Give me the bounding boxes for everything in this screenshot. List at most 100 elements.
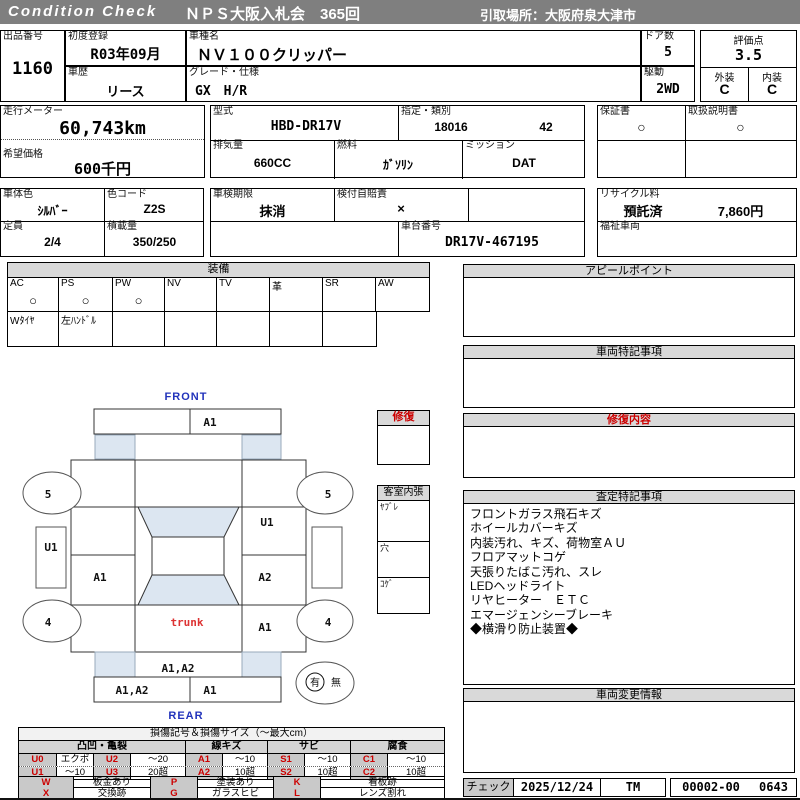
repair-detail-title: 修復内容 xyxy=(463,413,795,427)
cabin-tear-label: ﾔﾌﾞﾚ xyxy=(380,501,398,513)
model-code-label: 型式 xyxy=(213,106,233,118)
type-value-1: 18016 xyxy=(406,120,496,134)
recycle-fee: 7,860円 xyxy=(693,201,788,220)
equip-extra-2-label: 左ﾊﾝﾄﾞﾙ xyxy=(61,312,96,327)
exterior-value: C xyxy=(701,81,748,97)
drive-value: 2WD xyxy=(642,82,694,97)
equip-pw-label: PW xyxy=(115,278,131,289)
body-color-label: 車体色 xyxy=(3,189,33,201)
spare-present-label: 有 xyxy=(310,676,320,689)
right-front-mark: U1 xyxy=(260,516,274,529)
tire-rear-left-depth: 4 xyxy=(45,616,52,629)
legend-group-corrosion: 腐食 xyxy=(351,741,444,753)
cabin-row-burn: ｺｹﾞ xyxy=(377,577,430,614)
mission-value: DAT xyxy=(462,156,586,170)
legend-code: K xyxy=(274,777,321,788)
rear-pillar-right xyxy=(242,652,281,677)
equipment-title: 装備 xyxy=(7,262,430,278)
color-code-label: 色コード xyxy=(107,189,147,201)
model-name-value: ＮＶ１００クリッパー xyxy=(187,44,640,65)
fuel-value: ｶﾞｿﾘﾝ xyxy=(334,156,462,173)
tire-front-right-depth: 5 xyxy=(325,488,332,501)
modelcode-type-divider xyxy=(398,106,399,140)
odometer-value: 60,743km xyxy=(1,118,204,139)
load-label: 積載量 xyxy=(107,221,137,233)
legend-groups: 凸凹・亀裂 線キズ サビ 腐食 xyxy=(19,741,444,754)
docs-col-divider xyxy=(685,106,686,178)
warranty-value: ○ xyxy=(598,119,685,135)
equip-extra-1-label: Wﾀｲﾔ xyxy=(10,312,34,327)
doors-cell: ドア数 5 xyxy=(641,30,695,66)
spare-absent-label: 無 xyxy=(331,676,341,689)
doors-value: 5 xyxy=(642,45,694,60)
equip-ps-value: ○ xyxy=(59,293,112,308)
grade-value: GX H/R xyxy=(187,80,640,99)
grade-label: グレード・仕様 xyxy=(189,67,259,79)
right-side-panel xyxy=(312,527,342,588)
cabin-row-hole: 穴 xyxy=(377,541,430,578)
docs-box: 保証書 ○ 取扱説明書 ○ xyxy=(597,105,797,178)
tire-front-left-depth: 5 xyxy=(45,488,52,501)
front-bumper xyxy=(94,409,281,434)
header-bar: Condition Check ＮＰＳ大阪入札会 365回 引取場所：大阪府泉大… xyxy=(0,0,800,24)
sheet-code-box: 00002-00 0643 xyxy=(670,778,797,797)
manual-value: ○ xyxy=(685,119,796,135)
capacity-label: 定員 xyxy=(3,221,23,233)
legend-value: エクボ xyxy=(57,754,94,766)
grade-cell: グレード・仕様 GX H/R xyxy=(186,66,641,102)
right-mid-mark: A2 xyxy=(258,571,271,584)
recycle-status: 預託済 xyxy=(608,201,678,220)
tailgate-mark: A1,A2 xyxy=(161,662,194,675)
equip-aw-label: AW xyxy=(378,278,394,289)
equip-nv-label: NV xyxy=(167,278,181,289)
rear-bumper-right-mark: A1 xyxy=(203,684,217,697)
equip-extra-1: Wﾀｲﾔ xyxy=(8,312,59,346)
equip-extra-4 xyxy=(165,312,217,346)
sheet-code-2: 0643 xyxy=(751,779,796,796)
history-value: リース xyxy=(66,81,185,100)
first-registration-value: R03年09月 xyxy=(66,44,185,64)
lot-number-cell: 出品番号 1160 xyxy=(0,30,65,102)
assessment-line: LEDヘッドライト xyxy=(470,579,788,593)
rear-label: REAR xyxy=(168,710,203,722)
assessment-body: フロントガラス飛石キズ ホイールカバーキズ 内装汚れ、キズ、荷物室ＡＵ フロアマ… xyxy=(463,503,795,685)
repair-detail-body xyxy=(463,426,795,478)
roof xyxy=(152,537,224,575)
legend-code: U2 xyxy=(94,754,131,766)
displacement-label: 排気量 xyxy=(213,140,243,152)
fuel-label: 燃料 xyxy=(337,140,357,152)
equip-ps-label: PS xyxy=(61,278,74,289)
assessment-line: ◆横滑り防止装置◆ xyxy=(470,622,788,636)
model-name-label: 車種名 xyxy=(189,31,219,43)
capacity-value: 2/4 xyxy=(1,235,104,249)
assessment-line: リヤヒーター ＥＴＣ xyxy=(470,593,788,607)
assessment-line: フロントガラス飛石キズ xyxy=(470,507,788,521)
legend-group-dent: 凸凹・亀裂 xyxy=(19,741,186,753)
drive-label: 駆動 xyxy=(644,67,664,79)
inspection-label: 車検期限 xyxy=(213,189,253,201)
insurance-label: 検付自賠責 xyxy=(337,189,387,201)
recycle-box: リサイクル料 預託済 7,860円 福祉車両 xyxy=(597,188,797,257)
legend-value: 板金あり xyxy=(74,777,151,788)
equip-pw: PW ○ xyxy=(113,278,165,311)
inspection-value: 抹消 xyxy=(211,201,334,220)
equipment-row-2: Wﾀｲﾔ 左ﾊﾝﾄﾞﾙ xyxy=(7,311,377,347)
pickup-location: 引取場所：大阪府泉大津市 xyxy=(480,5,636,24)
interior-value: C xyxy=(748,81,796,97)
auction-sheet: Condition Check ＮＰＳ大阪入札会 365回 引取場所：大阪府泉大… xyxy=(0,0,800,800)
price-value: 600千円 xyxy=(1,158,204,179)
sheet-code-1: 00002-00 xyxy=(671,779,751,796)
mission-label: ミッション xyxy=(465,140,515,152)
brand-logo: Condition Check xyxy=(8,3,157,20)
check-date: 2025/12/24 xyxy=(514,779,601,796)
engine-box: 型式 HBD-DR17V 指定・類別 18016 42 排気量 660CC 燃料… xyxy=(210,105,585,178)
inspector-initials: TM xyxy=(601,779,665,796)
equip-pw-value: ○ xyxy=(113,293,164,308)
history-cell: 車歴 リース xyxy=(65,66,186,102)
assessment-line: 内装汚れ、キズ、荷物室ＡＵ xyxy=(470,536,788,550)
spare-tire-indicator xyxy=(296,662,354,704)
check-box: チェック 2025/12/24 TM xyxy=(463,778,666,797)
assessment-line: 天張りたばこ汚れ、スレ xyxy=(470,565,788,579)
rear-bumper-left-mark: A1,A2 xyxy=(115,684,148,697)
legend-code: C1 xyxy=(351,754,388,766)
